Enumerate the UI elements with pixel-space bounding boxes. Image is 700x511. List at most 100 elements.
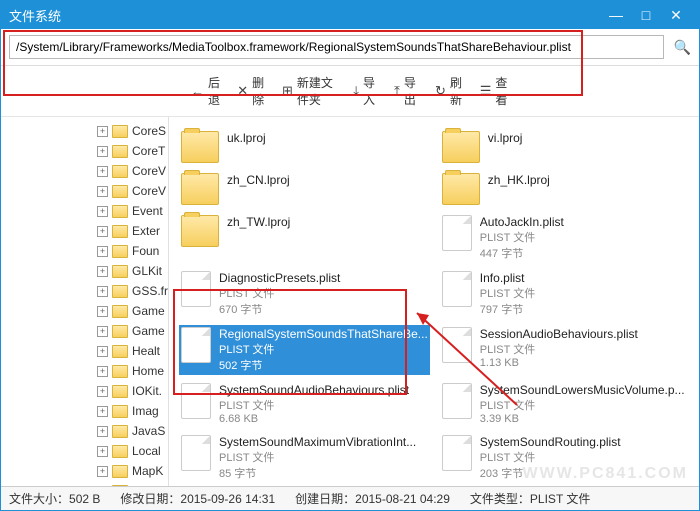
window-title: 文件系统 xyxy=(9,6,601,25)
tree-item[interactable]: +Game xyxy=(1,301,168,321)
folder-icon xyxy=(442,173,480,205)
import-button[interactable]: ⤓导入 xyxy=(353,74,378,108)
expand-icon[interactable]: + xyxy=(97,246,108,257)
close-button[interactable]: ✕ xyxy=(661,7,691,24)
folder-icon xyxy=(112,285,128,298)
item-size: 447 字节 xyxy=(480,245,687,261)
tree-item[interactable]: +CoreT xyxy=(1,141,168,161)
minimize-button[interactable]: — xyxy=(601,7,631,23)
tree-item-label: Exter xyxy=(132,224,160,238)
folder-item[interactable]: zh_TW.lproj xyxy=(179,213,430,263)
file-item[interactable]: SessionAudioBehaviours.plistPLIST 文件1.13… xyxy=(440,325,689,375)
expand-icon[interactable]: + xyxy=(97,346,108,357)
folder-icon xyxy=(112,125,128,138)
delete-button[interactable]: ✕删除 xyxy=(237,74,266,108)
search-icon[interactable]: 🔍 xyxy=(674,39,691,56)
folder-icon xyxy=(112,185,128,198)
tree-item[interactable]: +Local xyxy=(1,441,168,461)
toolbar: ←后退 ✕删除 ⊞新建文件夹 ⤓导入 ⤒导出 ↻刷新 ☰查看 xyxy=(1,66,699,117)
expand-icon[interactable]: + xyxy=(97,186,108,197)
folder-icon xyxy=(112,465,128,478)
expand-icon[interactable]: + xyxy=(97,386,108,397)
export-button[interactable]: ⤒导出 xyxy=(394,74,419,108)
refresh-icon: ↻ xyxy=(435,83,446,99)
tree-item[interactable]: +Foun xyxy=(1,241,168,261)
tree-item[interactable]: +Imag xyxy=(1,401,168,421)
tree-item[interactable]: + CoreS xyxy=(1,121,168,141)
folder-icon xyxy=(181,173,219,205)
expand-icon[interactable]: + xyxy=(97,286,108,297)
tree-item[interactable]: +Home xyxy=(1,361,168,381)
tree-item[interactable]: +Game xyxy=(1,321,168,341)
tree-item[interactable]: + Exter xyxy=(1,221,168,241)
folder-icon xyxy=(112,365,128,378)
maximize-button[interactable]: □ xyxy=(631,7,661,23)
folder-icon xyxy=(112,445,128,458)
expand-icon[interactable]: + xyxy=(97,266,108,277)
file-item[interactable]: DiagnosticPresets.plistPLIST 文件670 字节 xyxy=(179,269,430,319)
expand-icon[interactable]: + xyxy=(97,306,108,317)
path-input[interactable] xyxy=(9,35,664,59)
tree-item-label: CoreS xyxy=(132,124,166,138)
folder-item[interactable]: zh_CN.lproj xyxy=(179,171,430,207)
expand-icon[interactable]: + xyxy=(97,366,108,377)
item-size: 3.39 KB xyxy=(480,413,687,425)
tree-item[interactable]: +GLKit xyxy=(1,261,168,281)
tree-item-label: GSS.fr xyxy=(132,284,168,298)
view-button[interactable]: ☰查看 xyxy=(480,74,509,108)
item-type: PLIST 文件 xyxy=(480,397,687,413)
file-icon xyxy=(181,327,211,363)
tree-item[interactable]: + IOKit. xyxy=(1,381,168,401)
tree-item[interactable]: +CoreV xyxy=(1,161,168,181)
expand-icon[interactable]: + xyxy=(97,126,108,137)
folder-item[interactable]: uk.lproj xyxy=(179,129,430,165)
folder-icon xyxy=(112,385,128,398)
item-name: Info.plist xyxy=(480,271,687,285)
back-button[interactable]: ←后退 xyxy=(191,74,221,108)
item-name: SystemSoundMaximumVibrationInt... xyxy=(219,435,428,449)
file-icon xyxy=(442,327,472,363)
expand-icon[interactable]: + xyxy=(97,146,108,157)
item-name: SystemSoundRouting.plist xyxy=(480,435,687,449)
file-item[interactable]: SystemSoundAudioBehaviours.plistPLIST 文件… xyxy=(179,381,430,427)
folder-item[interactable]: zh_HK.lproj xyxy=(440,171,689,207)
file-item[interactable]: SystemSoundLowersMusicVolume.p...PLIST 文… xyxy=(440,381,689,427)
file-icon xyxy=(442,383,472,419)
back-icon: ← xyxy=(191,84,204,99)
tree-item[interactable]: +JavaS xyxy=(1,421,168,441)
item-name: DiagnosticPresets.plist xyxy=(219,271,428,285)
file-item[interactable]: RegionalSystemSoundsThatShareBe...PLIST … xyxy=(179,325,430,375)
item-size: 1.13 KB xyxy=(480,357,687,369)
item-type: PLIST 文件 xyxy=(219,449,428,465)
folder-tree[interactable]: +CoreS+CoreT+CoreV+CoreV+Event+Exter+Fou… xyxy=(1,117,169,486)
item-name: uk.lproj xyxy=(227,131,428,145)
folder-item[interactable]: vi.lproj xyxy=(440,129,689,165)
refresh-button[interactable]: ↻刷新 xyxy=(435,74,464,108)
expand-icon[interactable]: + xyxy=(97,426,108,437)
tree-item[interactable]: +Healt xyxy=(1,341,168,361)
tree-item-label: IOKit. xyxy=(132,384,162,398)
status-modified: 修改日期：2015-09-26 14:31 xyxy=(120,490,275,507)
file-item[interactable]: SystemSoundMaximumVibrationInt...PLIST 文… xyxy=(179,433,430,483)
tree-item[interactable]: + CoreV xyxy=(1,181,168,201)
expand-icon[interactable]: + xyxy=(97,226,108,237)
expand-icon[interactable]: + xyxy=(97,466,108,477)
expand-icon[interactable]: + xyxy=(97,446,108,457)
newfolder-icon: ⊞ xyxy=(282,83,293,99)
expand-icon[interactable]: + xyxy=(97,166,108,177)
item-name: SessionAudioBehaviours.plist xyxy=(480,327,687,341)
expand-icon[interactable]: + xyxy=(97,406,108,417)
expand-icon[interactable]: + xyxy=(97,326,108,337)
tree-item-label: CoreV xyxy=(132,184,166,198)
file-list: uk.lproj vi.lproj zh_CN.lproj zh_HK.lprojzh… xyxy=(169,117,699,486)
item-name: zh_TW.lproj xyxy=(227,215,428,229)
file-icon xyxy=(442,271,472,307)
expand-icon[interactable]: + xyxy=(97,206,108,217)
tree-item[interactable]: + GSS.fr xyxy=(1,281,168,301)
tree-item[interactable]: +Event xyxy=(1,201,168,221)
tree-item[interactable]: +MapK xyxy=(1,461,168,481)
file-item[interactable]: AutoJackIn.plistPLIST 文件447 字节 xyxy=(440,213,689,263)
new-folder-button[interactable]: ⊞新建文件夹 xyxy=(282,74,337,108)
file-item[interactable]: Info.plistPLIST 文件797 字节 xyxy=(440,269,689,319)
file-icon xyxy=(181,435,211,471)
